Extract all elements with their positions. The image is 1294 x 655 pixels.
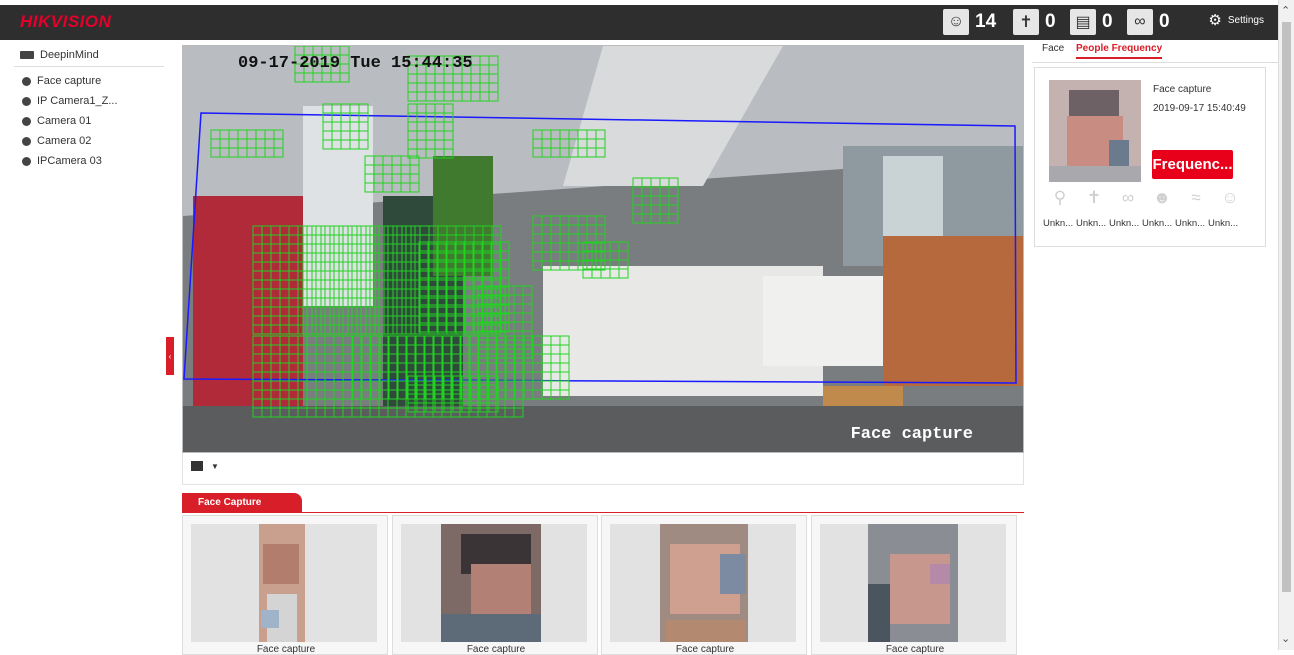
tree-item-face-capture[interactable]: Face capture [14, 71, 164, 91]
collapse-sidebar-button[interactable]: ‹ [166, 337, 174, 375]
face-thumbnail [401, 524, 587, 642]
tab-people-frequency[interactable]: People Frequency [1076, 43, 1163, 59]
video-osd-label: Face capture [850, 425, 973, 444]
device-tree: DeepinMind Face capture IP Camera1_Z... … [14, 44, 164, 171]
frequency-result-card[interactable]: Face capture 2019-09-17 15:40:49 Frequen… [1034, 67, 1266, 247]
camera-icon [22, 156, 31, 166]
page-scrollbar[interactable]: ⌃ ⌄ [1278, 0, 1294, 650]
tree-item-label: Face capture [37, 75, 102, 87]
face-capture-card[interactable]: Face capture [811, 515, 1017, 655]
pedestrian-count: 0 [1045, 11, 1056, 32]
mask-value: Unkn... [1142, 218, 1173, 229]
scroll-down-icon[interactable]: ⌄ [1281, 632, 1290, 645]
right-panel-tabs: Face People Frequency [1032, 40, 1278, 63]
face-thumbnail [820, 524, 1006, 642]
tree-item-label: Camera 01 [37, 115, 92, 127]
mask-icon: ☻ [1153, 188, 1171, 207]
video-timestamp: 09-17-2019 Tue 15:44:35 [238, 54, 473, 73]
attribute-icons: ⚲ ✝ ∞ ☻ ≈ ☺ [1043, 184, 1247, 212]
tree-item-ip-camera1[interactable]: IP Camera1_Z... [14, 91, 164, 111]
people-count-stat: ☺ 14 [943, 9, 996, 35]
age-value: Unkn... [1043, 218, 1074, 229]
hikvision-logo: HIKVISION [20, 12, 112, 31]
frequency-button[interactable]: Frequenc... [1152, 150, 1233, 179]
bicycle-icon: ∞ [1127, 9, 1153, 35]
scrollbar-thumb[interactable] [1282, 22, 1291, 592]
car-icon: ▤ [1070, 9, 1096, 35]
gender-icon: ✝ [1086, 188, 1102, 207]
glasses-value: Unkn... [1109, 218, 1140, 229]
smile-icon: ☺ [1221, 188, 1239, 207]
scroll-up-icon[interactable]: ⌃ [1281, 4, 1290, 17]
settings-label: Settings [1227, 14, 1264, 26]
vehicle-count: 0 [1102, 11, 1113, 32]
camera-icon [22, 96, 31, 106]
motion-detection-grid [210, 46, 679, 418]
window-layout-icon[interactable] [191, 461, 203, 471]
face-capture-divider [182, 512, 1024, 513]
pedestrian-count-stat: ✝ 0 [1013, 9, 1056, 35]
face-capture-card[interactable]: Face capture [392, 515, 598, 655]
face-capture-card[interactable]: Face capture [182, 515, 388, 655]
tree-item-label: Camera 02 [37, 135, 92, 147]
bicycle-count-stat: ∞ 0 [1127, 9, 1170, 35]
smile-value: Unkn... [1208, 218, 1239, 229]
live-video-view[interactable]: 09-17-2019 Tue 15:44:35 Face capture [182, 45, 1024, 453]
video-toolbar: ▼ [182, 453, 1024, 485]
vehicle-count-stat: ▤ 0 [1070, 9, 1113, 35]
gender-value: Unkn... [1076, 218, 1107, 229]
face-capture-tab[interactable]: Face Capture [182, 493, 302, 513]
tree-root-label: DeepinMind [40, 49, 99, 61]
person-icon: ☺ [943, 9, 969, 35]
age-icon: ⚲ [1053, 188, 1067, 207]
tree-item-camera-01[interactable]: Camera 01 [14, 111, 164, 131]
tree-item-camera-02[interactable]: Camera 02 [14, 131, 164, 151]
camera-icon [22, 76, 31, 86]
top-bar: HIKVISION ☺ 14 ✝ 0 ▤ 0 ∞ 0 ⚙ Settings [0, 0, 1278, 40]
face-thumbnail [1049, 80, 1141, 182]
capture-time: 2019-09-17 15:40:49 [1153, 103, 1246, 114]
nvr-icon [20, 51, 34, 59]
face-capture-card[interactable]: Face capture [601, 515, 807, 655]
tree-root-deepinmind[interactable]: DeepinMind [14, 44, 164, 67]
face-thumbnail [610, 524, 796, 642]
chevron-down-icon[interactable]: ▼ [211, 462, 219, 471]
capture-type: Face capture [1153, 84, 1212, 95]
people-count: 14 [975, 11, 997, 32]
tab-face[interactable]: Face [1042, 43, 1064, 54]
camera-icon [22, 136, 31, 146]
attribute-labels: Unkn... Unkn... Unkn... Unkn... Unkn... … [1043, 218, 1241, 229]
tree-item-label: IP Camera1_Z... [37, 95, 118, 107]
tree-item-label: IPCamera 03 [37, 155, 102, 167]
camera-icon [22, 116, 31, 126]
gear-icon: ⚙ [1208, 12, 1222, 29]
tree-item-ipcamera-03[interactable]: IPCamera 03 [14, 151, 164, 171]
face-thumbnail [191, 524, 377, 642]
glasses-icon: ∞ [1121, 188, 1135, 207]
mustache-icon: ≈ [1191, 188, 1201, 207]
pedestrian-icon: ✝ [1013, 9, 1039, 35]
settings-button[interactable]: ⚙ Settings [1208, 11, 1264, 29]
bicycle-count: 0 [1159, 11, 1170, 32]
mustache-value: Unkn... [1175, 218, 1206, 229]
